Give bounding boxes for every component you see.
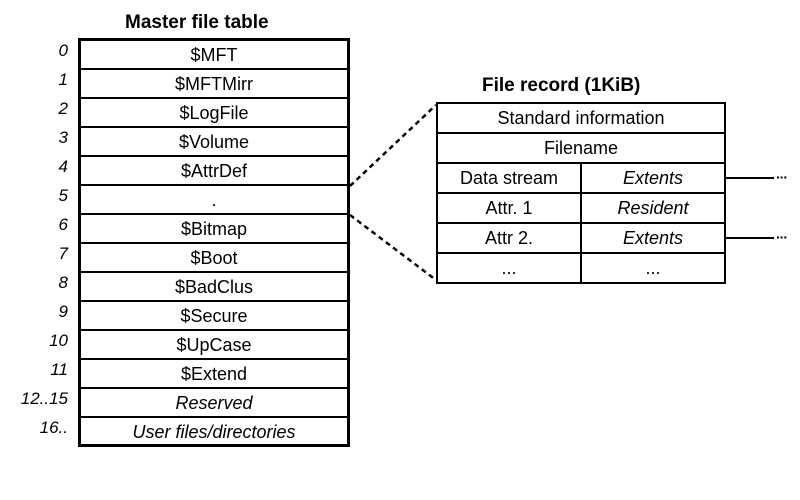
mft-index: 6 — [18, 215, 68, 235]
mft-index: 3 — [18, 128, 68, 148]
connector-lines — [350, 100, 440, 285]
mft-index: 7 — [18, 244, 68, 264]
mft-index: 2 — [18, 99, 68, 119]
mft-row: . — [81, 186, 347, 215]
mft-index: 11 — [18, 360, 68, 380]
mft-index: 1 — [18, 70, 68, 90]
mft-row: User files/directories — [81, 418, 347, 447]
mft-row: $LogFile — [81, 99, 347, 128]
mft-row: $Boot — [81, 244, 347, 273]
file-record-row: ...... — [438, 254, 724, 282]
mft-row: Reserved — [81, 389, 347, 418]
mft-index: 8 — [18, 273, 68, 293]
file-record-table: Standard informationFilenameData streamE… — [436, 102, 726, 284]
file-record-cell: Filename — [438, 134, 724, 162]
file-record-row: Attr 2.Extents — [438, 224, 724, 254]
mft-index: 5 — [18, 186, 68, 206]
mft-row: $BadClus — [81, 273, 347, 302]
file-record-cell: ... — [438, 254, 580, 282]
mft-title: Master file table — [125, 12, 269, 34]
file-record-row: Standard information — [438, 104, 724, 134]
mft-row: $MFTMirr — [81, 70, 347, 99]
file-record-title: File record (1KiB) — [482, 75, 640, 97]
mft-index: 9 — [18, 302, 68, 322]
file-record-cell: Extents — [580, 224, 724, 252]
file-record-cell: Extents — [580, 164, 724, 192]
mft-table: $MFT$MFTMirr$LogFile$Volume$AttrDef.$Bit… — [78, 38, 350, 447]
file-record-cell: Standard information — [438, 104, 724, 132]
file-record-cell: Attr. 1 — [438, 194, 580, 222]
file-record-row: Filename — [438, 134, 724, 164]
mft-row: $Volume — [81, 128, 347, 157]
file-record-cell: Attr 2. — [438, 224, 580, 252]
mft-index: 4 — [18, 157, 68, 177]
file-record-cell: Data stream — [438, 164, 580, 192]
file-record-row: Data streamExtents — [438, 164, 724, 194]
mft-row: $Bitmap — [81, 215, 347, 244]
mft-row: $AttrDef — [81, 157, 347, 186]
mft-index: 10 — [18, 331, 68, 351]
file-record-row: Attr. 1Resident — [438, 194, 724, 224]
extent-dots-2: ··· — [776, 229, 787, 245]
mft-index: 12..15 — [18, 389, 68, 409]
file-record-cell: Resident — [580, 194, 724, 222]
mft-row: $MFT — [81, 41, 347, 70]
extent-line-2 — [726, 237, 774, 239]
extent-dots-1: ··· — [776, 169, 787, 185]
mft-row: $Secure — [81, 302, 347, 331]
mft-row: $UpCase — [81, 331, 347, 360]
mft-row: $Extend — [81, 360, 347, 389]
extent-line-1 — [726, 177, 774, 179]
mft-index: 16.. — [18, 418, 68, 438]
mft-index: 0 — [18, 41, 68, 61]
file-record-cell: ... — [580, 254, 724, 282]
